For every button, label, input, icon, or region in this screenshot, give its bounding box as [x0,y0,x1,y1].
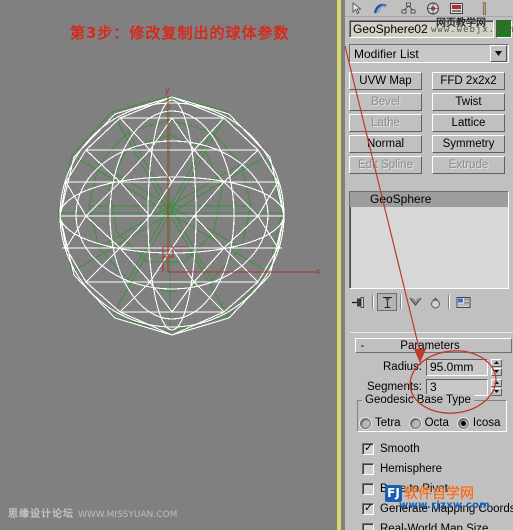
checkbox-smooth-label: Smooth [380,443,420,455]
modifier-button-ffd-2x2x2[interactable]: FFD 2x2x2 [432,72,505,90]
rollout-collapse-toggle[interactable]: - [356,339,369,352]
command-panel-tab-toolbar[interactable] [345,0,513,17]
radius-spinner-down[interactable] [491,367,502,376]
checkbox-real-world-map-size-label: Real-World Map Size [380,523,489,530]
watermark-logo-icon: FJ [385,484,402,502]
radio-tetra[interactable]: Tetra [360,417,401,429]
checkbox-hemisphere-box[interactable] [362,463,374,475]
pin-stack-icon[interactable] [349,293,369,311]
checkbox-real-world-map-size-box[interactable] [362,523,374,530]
parameters-rollout-title: Parameters [400,339,460,352]
checkbox-smooth[interactable]: ✓ Smooth [362,442,420,455]
geodesic-base-type-title: Geodesic Base Type [362,394,474,406]
modifier-button-extrude[interactable]: Extrude [432,156,505,174]
modifier-list-label: Modifier List [354,46,419,61]
modifier-button-normal[interactable]: Normal [349,135,422,153]
segments-spinner[interactable] [491,378,502,396]
make-unique-icon[interactable] [405,293,425,311]
chevron-down-icon[interactable] [490,45,507,62]
segments-label: Segments: [367,381,422,393]
radius-row[interactable]: Radius: 95.0mm [370,358,502,376]
geodesic-base-type-radios[interactable]: Tetra Octa Icosa [360,417,508,429]
segments-input[interactable]: 3 [426,378,488,396]
configure-modifier-sets-icon[interactable] [453,293,473,311]
modifier-button-twist[interactable]: Twist [432,93,505,111]
radio-icosa[interactable]: Icosa [457,417,501,429]
watermark-bottom-cn: 思缘设计论坛 [8,509,74,520]
modifier-button-lattice[interactable]: Lattice [432,114,505,132]
watermark-top-url: www.webjx.com [431,25,513,35]
modifier-button-symmetry[interactable]: Symmetry [432,135,505,153]
checkbox-hemisphere[interactable]: Hemisphere [362,463,442,475]
watermark-bottom-left: 思缘设计论坛 WWW.MISSYUAN.COM [8,505,177,520]
annotation-step-text: 第3步：修改复制出的球体参数 [70,24,290,42]
remove-modifier-icon[interactable] [425,293,445,311]
segments-spinner-up[interactable] [491,378,502,387]
modifier-stack-toolbar[interactable] [349,292,509,312]
modifier-button-edit-spline[interactable]: Edit Spline [349,156,422,174]
radio-octa[interactable]: Octa [409,417,449,429]
radio-icosa-label: Icosa [472,417,501,429]
viewport-active-border [337,0,341,530]
axis-label-y: y [165,85,170,95]
checkbox-generate-mapping-coords-box[interactable]: ✓ [362,502,374,515]
radius-label: Radius: [383,361,422,373]
checkbox-hemisphere-label: Hemisphere [380,463,442,475]
stack-toolbar-separator-3 [448,295,450,309]
checkbox-base-to-pivot-box[interactable] [362,483,374,495]
app-window: y x GeoSphere02 Modifier List UVW Map FF… [0,0,513,530]
modifier-button-lathe[interactable]: Lathe [349,114,422,132]
viewport-perspective[interactable]: y x [0,0,341,530]
parameters-rollout-header[interactable]: - Parameters [355,338,512,353]
radius-input[interactable]: 95.0mm [426,358,488,376]
radius-spinner[interactable] [491,358,502,376]
show-end-result-icon[interactable] [377,293,397,311]
viewport-wireframe: y x [57,85,321,336]
modifier-stack-item-geosphere[interactable]: GeoSphere [350,192,508,207]
stack-toolbar-separator-2 [400,295,402,309]
modifier-button-bevel[interactable]: Bevel [349,93,422,111]
radio-icosa-dot[interactable] [457,417,469,429]
modifier-list-dropdown[interactable]: Modifier List [349,44,509,63]
checkbox-smooth-box[interactable]: ✓ [362,442,374,455]
radio-tetra-dot[interactable] [360,417,371,429]
segments-spinner-down[interactable] [491,387,502,396]
radio-tetra-label: Tetra [375,417,401,429]
radio-octa-label: Octa [424,417,449,429]
axis-label-x: x [316,266,321,276]
modifier-stack-list[interactable]: GeoSphere [349,191,509,289]
modify-panel-icon[interactable] [397,0,420,16]
stack-toolbar-separator [372,295,374,309]
select-object-icon[interactable] [345,0,368,16]
watermark-bottom-url: WWW.MISSYUAN.COM [78,510,178,520]
radius-spinner-up[interactable] [491,358,502,367]
modifier-button-uvw-map[interactable]: UVW Map [349,72,422,90]
radio-octa-dot[interactable] [409,417,421,429]
create-panel-icon[interactable] [369,0,392,16]
modifier-buttons-grid[interactable]: UVW Map FFD 2x2x2 Bevel Twist Lathe Latt… [349,72,509,174]
checkbox-real-world-map-size[interactable]: Real-World Map Size [362,523,488,530]
watermark-mid-url: www.rjzxw.com [399,500,491,511]
